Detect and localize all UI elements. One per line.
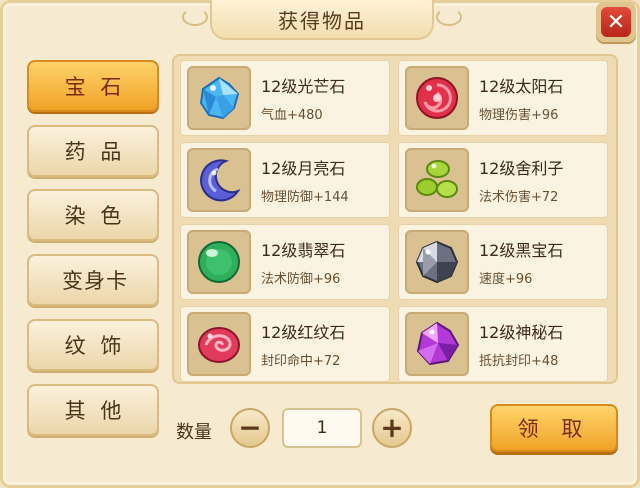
item-icon-frame [187,312,251,376]
panel-title: 获得物品 [278,8,366,33]
quantity-label: 数量 [176,422,212,443]
item-icon-frame [405,148,469,212]
item-icon-frame [187,148,251,212]
item-cell-mystic-stone[interactable]: 12级神秘石 抵抗封印+48 [398,306,608,382]
item-cell-red-vein-stone[interactable]: 12级红纹石 封印命中+72 [180,306,390,382]
item-name: 12级翡翠石 [261,241,346,260]
item-name: 12级神秘石 [479,323,564,342]
item-icon-frame [187,66,251,130]
tab-label: 染 色 [64,204,126,228]
green-relic-beads-icon [416,160,458,198]
item-stat: 物理伤害+96 [479,108,559,123]
tab-label: 药 品 [64,140,126,164]
tab-transform-card[interactable]: 变身卡 [27,254,159,306]
item-icon-frame [405,66,469,130]
tab-label: 宝 石 [64,75,126,99]
title-swirl-left-icon [182,8,208,26]
tab-gems[interactable]: 宝 石 [27,60,159,112]
item-stat: 封印命中+72 [261,354,341,369]
item-icon-frame [405,230,469,294]
item-stat: 法术防御+96 [261,272,341,287]
obtain-items-panel: 获得物品 ✕ 宝 石 药 品 染 色 变身卡 纹 饰 其 他 12级光芒石 气血… [0,0,640,488]
item-cell-relic[interactable]: 12级舍利子 法术伤害+72 [398,142,608,218]
item-stat: 速度+96 [479,272,533,287]
purple-mystic-crystal-icon [416,321,460,366]
item-name: 12级月亮石 [261,159,346,178]
increase-quantity-button[interactable]: + [372,408,412,448]
title-swirl-right-icon [436,8,462,26]
item-cell-moon-stone[interactable]: 12级月亮石 物理防御+144 [180,142,390,218]
close-icon: ✕ [601,7,631,37]
red-sun-stone-icon [416,77,458,119]
item-stat: 法术伤害+72 [479,190,559,205]
tab-ornament[interactable]: 纹 饰 [27,319,159,371]
tab-dye[interactable]: 染 色 [27,189,159,241]
item-name: 12级黑宝石 [479,241,564,260]
close-button[interactable]: ✕ [596,2,636,42]
black-diamond-icon [415,240,459,284]
item-icon-frame [405,312,469,376]
item-cell-sun-stone[interactable]: 12级太阳石 物理伤害+96 [398,60,608,136]
item-stat: 物理防御+144 [261,190,349,205]
tab-label: 其 他 [64,399,126,423]
red-swirl-stone-icon [198,327,240,363]
item-name: 12级红纹石 [261,323,346,342]
claim-button[interactable]: 领 取 [490,404,618,452]
tab-medicine[interactable]: 药 品 [27,125,159,177]
quantity-input[interactable]: 1 [282,408,362,448]
item-name: 12级太阳石 [479,77,564,96]
tab-label: 变身卡 [62,269,128,293]
item-cell-radiance-stone[interactable]: 12级光芒石 气血+480 [180,60,390,136]
item-cell-jade-stone[interactable]: 12级翡翠石 法术防御+96 [180,224,390,300]
item-stat: 抵抗封印+48 [479,354,559,369]
title-bar: 获得物品 [182,0,462,40]
blue-crystal-icon [199,76,240,120]
item-icon-frame [187,230,251,294]
item-grid: 12级光芒石 气血+480 12级太阳石 物理伤害+96 12级月亮石 物理防御… [172,54,618,384]
item-stat: 气血+480 [261,108,323,123]
item-name: 12级光芒石 [261,77,346,96]
jade-orb-icon [198,241,240,283]
decrease-quantity-button[interactable]: − [230,408,270,448]
tab-label: 纹 饰 [64,334,126,358]
minus-icon: − [238,411,262,444]
item-name: 12级舍利子 [479,159,564,178]
item-cell-black-gem[interactable]: 12级黑宝石 速度+96 [398,224,608,300]
tab-other[interactable]: 其 他 [27,384,159,436]
crescent-moon-stone-icon [200,159,241,202]
plus-icon: + [380,411,404,444]
